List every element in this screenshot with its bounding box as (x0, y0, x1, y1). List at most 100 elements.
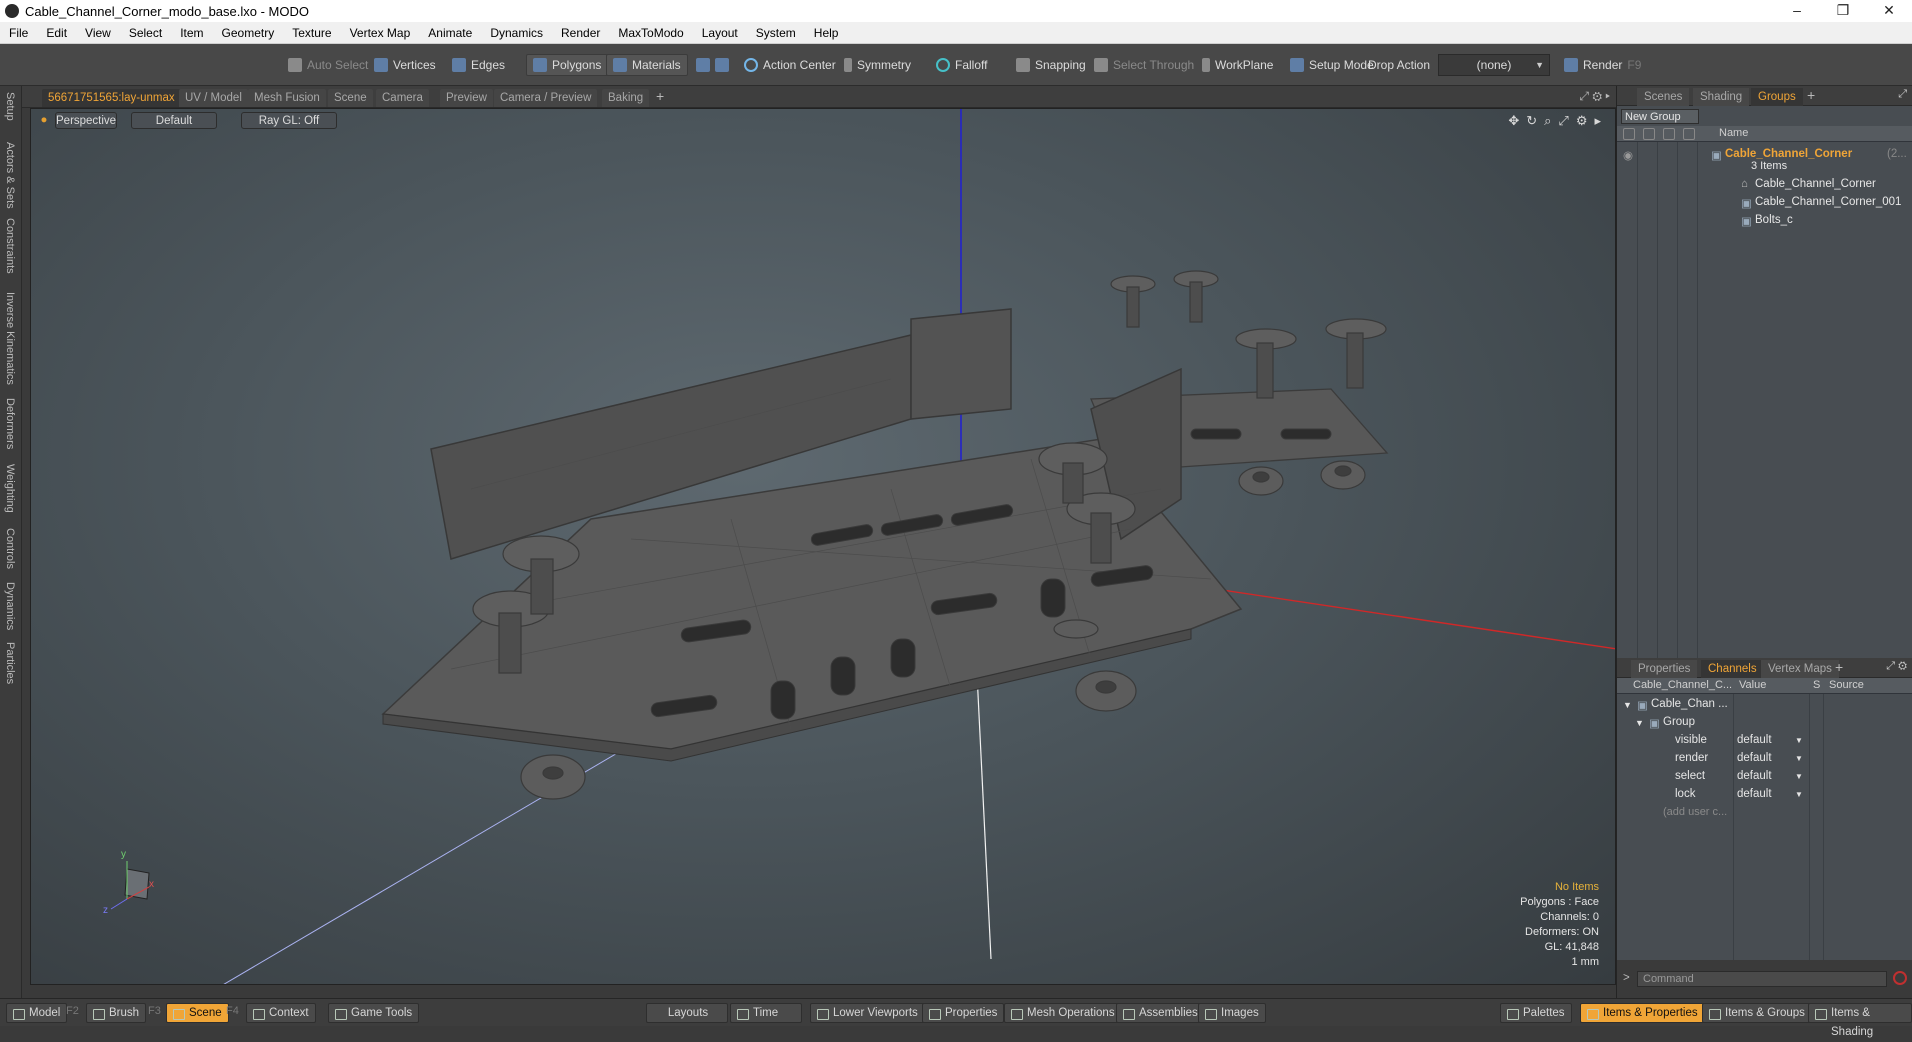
render-button[interactable]: Render F9 (1558, 54, 1647, 76)
zoom-icon[interactable]: ⌕ (1544, 113, 1551, 129)
tab-camera[interactable]: Camera (376, 89, 429, 107)
minimize-button[interactable]: – (1774, 0, 1820, 22)
menu-file[interactable]: File (0, 26, 37, 40)
vtab-inverse-kinematics[interactable]: Inverse Kinematics (4, 292, 16, 385)
expand-arrow-icon[interactable]: ▼ (1635, 718, 1644, 728)
viewport-settings-icon[interactable]: ⚙ (1576, 113, 1588, 129)
add-user-channel[interactable]: (add user c... (1663, 806, 1727, 818)
vtab-weighting[interactable]: Weighting (4, 464, 16, 513)
render-col-icon[interactable] (1643, 128, 1655, 140)
chevron-down-icon[interactable]: ▼ (1795, 754, 1803, 763)
menu-help[interactable]: Help (805, 26, 848, 40)
menu-render[interactable]: Render (552, 26, 609, 40)
menu-vertex-map[interactable]: Vertex Map (341, 26, 420, 40)
time-button[interactable]: Time (730, 1003, 802, 1023)
tab-scenes[interactable]: Scenes (1637, 88, 1690, 106)
edges-button[interactable]: Edges (446, 54, 511, 76)
scene-layout-button[interactable]: Scene (166, 1003, 229, 1023)
channel-value[interactable]: default (1737, 752, 1772, 764)
tab-camera-preview[interactable]: Camera / Preview (494, 89, 598, 107)
properties-expand-icon[interactable]: ⤢ ⚙ (1886, 660, 1907, 673)
channel-value[interactable]: default (1737, 734, 1772, 746)
menu-maxtomodo[interactable]: MaxToModo (609, 26, 692, 40)
vtab-dynamics[interactable]: Dynamics (4, 582, 16, 630)
menu-item[interactable]: Item (171, 26, 212, 40)
chevron-down-icon[interactable]: ▼ (1795, 772, 1803, 781)
items-groups-button[interactable]: Items & Groups (1702, 1003, 1812, 1023)
symmetry-button[interactable]: Symmetry (838, 54, 917, 76)
menu-dynamics[interactable]: Dynamics (481, 26, 552, 40)
workplane-button[interactable]: WorkPlane (1196, 54, 1279, 76)
select-mode-button[interactable] (690, 54, 735, 76)
view-mode-button[interactable]: Perspective (55, 112, 117, 129)
channel-value-column[interactable]: Value (1739, 679, 1766, 691)
select-col-icon[interactable] (1663, 128, 1675, 140)
3d-viewport[interactable]: y x z ● Perspective Default Ray GL: Off … (30, 108, 1616, 985)
add-tab-button[interactable]: + (656, 88, 664, 104)
menu-edit[interactable]: Edit (37, 26, 76, 40)
channel-s-column[interactable]: S (1813, 679, 1820, 691)
record-icon[interactable] (1893, 971, 1907, 985)
lower-viewports-button[interactable]: Lower Viewports (810, 1003, 925, 1023)
add-panel-tab-button[interactable]: + (1807, 87, 1815, 103)
tab-properties[interactable]: Properties (1631, 660, 1698, 678)
expand-arrow-icon[interactable]: ▼ (1623, 700, 1632, 710)
tab-lay-unmax[interactable]: 56671751565:lay-unmax (42, 89, 181, 107)
menu-texture[interactable]: Texture (283, 26, 340, 40)
channel-source-column[interactable]: Source (1829, 679, 1864, 691)
channel-row-visible[interactable]: visible default ▼ (1617, 732, 1912, 750)
snapping-button[interactable]: Snapping (1010, 54, 1092, 76)
viewport-expand-icon[interactable]: ▸ (1594, 113, 1601, 129)
layouts-button[interactable]: Layouts (646, 1003, 728, 1023)
menu-layout[interactable]: Layout (693, 26, 747, 40)
channel-value[interactable]: default (1737, 788, 1772, 800)
channel-value[interactable]: default (1737, 770, 1772, 782)
vtab-setup[interactable]: Setup (4, 92, 16, 121)
viewport-menu-icon[interactable]: ● (39, 112, 49, 129)
channel-row-render[interactable]: render default ▼ (1617, 750, 1912, 768)
menu-animate[interactable]: Animate (419, 26, 481, 40)
rotate-icon[interactable]: ↻ (1526, 113, 1537, 129)
action-center-button[interactable]: Action Center (738, 54, 842, 76)
vtab-actors-sets[interactable]: Actors & Sets (4, 142, 16, 209)
fit-icon[interactable]: ⤢ (1558, 113, 1568, 129)
channel-row-lock[interactable]: lock default ▼ (1617, 786, 1912, 804)
materials-button[interactable]: Materials (606, 54, 688, 76)
vertices-button[interactable]: Vertices (368, 54, 442, 76)
tab-vertex-maps[interactable]: Vertex Maps (1761, 660, 1839, 678)
tab-groups[interactable]: Groups (1751, 88, 1803, 106)
group-child-row[interactable]: ▣ Cable_Channel_Corner_001 (1617, 194, 1912, 212)
add-user-channel-row[interactable]: (add user c... (1617, 804, 1912, 822)
panel-expand-icon[interactable]: ⤢ (1898, 88, 1907, 101)
add-properties-tab-button[interactable]: + (1835, 659, 1843, 675)
chevron-down-icon[interactable]: ▼ (1795, 736, 1803, 745)
menu-select[interactable]: Select (120, 26, 171, 40)
select-through-button[interactable]: Select Through (1088, 54, 1200, 76)
falloff-button[interactable]: Falloff (930, 54, 993, 76)
name-column-header[interactable]: Name (1719, 127, 1748, 139)
menu-system[interactable]: System (747, 26, 805, 40)
visibility-col-icon[interactable] (1623, 128, 1635, 140)
lock-col-icon[interactable] (1683, 128, 1695, 140)
restore-button[interactable]: ❐ (1820, 0, 1866, 22)
menu-geometry[interactable]: Geometry (213, 26, 284, 40)
setup-mode-button[interactable]: Setup Mode (1284, 54, 1380, 76)
close-button[interactable]: ✕ (1866, 0, 1912, 22)
vtab-controls[interactable]: Controls (4, 528, 16, 569)
tab-baking[interactable]: Baking (602, 89, 650, 107)
viewport-layout-controls[interactable]: ⤢ ⚙ ▸ (1579, 89, 1610, 104)
vtab-particles[interactable]: Particles (4, 642, 16, 684)
menu-view[interactable]: View (76, 26, 120, 40)
chevron-down-icon[interactable]: ▼ (1795, 790, 1803, 799)
tab-scene[interactable]: Scene (328, 89, 373, 107)
pan-icon[interactable]: ✥ (1508, 113, 1519, 129)
tab-preview[interactable]: Preview (440, 89, 493, 107)
items-properties-button[interactable]: Items & Properties (1580, 1003, 1705, 1023)
auto-select-button[interactable]: Auto Select (282, 54, 374, 76)
mesh-operations-button[interactable]: Mesh Operations (1004, 1003, 1122, 1023)
properties-button[interactable]: Properties (922, 1003, 1005, 1023)
palettes-button[interactable]: Palettes (1500, 1003, 1572, 1023)
tab-channels[interactable]: Channels (1701, 660, 1764, 678)
command-input[interactable]: Command (1637, 971, 1887, 987)
vtab-deformers[interactable]: Deformers (4, 398, 16, 449)
